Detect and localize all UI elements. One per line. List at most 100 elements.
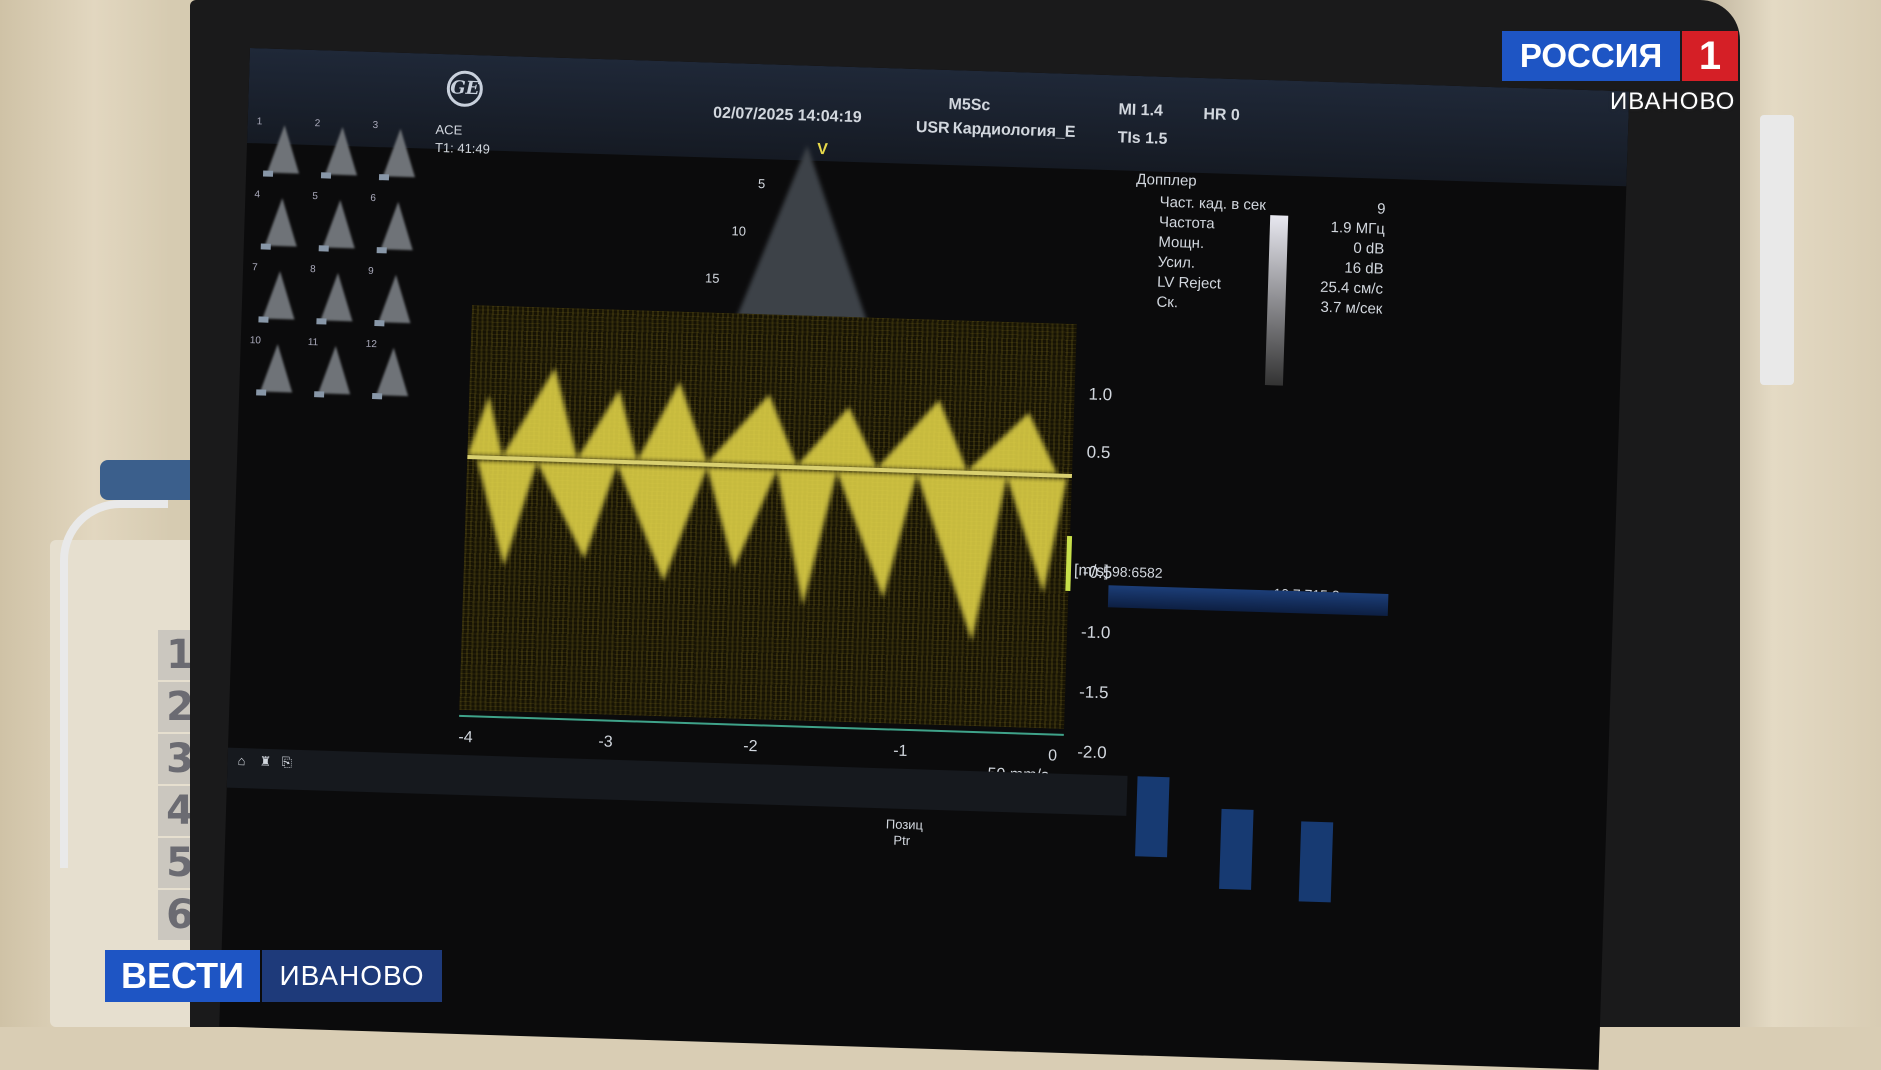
- cable: [60, 500, 168, 868]
- news-city: ИВАНОВО: [262, 950, 442, 1002]
- v-marker: V: [816, 140, 829, 159]
- velocity-tick: 0.5: [1086, 442, 1111, 463]
- heart-rate: HR 0: [1203, 105, 1241, 125]
- velocity-tick: -2.0: [1077, 742, 1107, 763]
- thumbnail-image: [320, 272, 354, 322]
- thumbnail-tag-icon: [318, 245, 329, 252]
- patient-icon[interactable]: ♜: [259, 754, 271, 770]
- thumbnail[interactable]: 10: [250, 335, 298, 398]
- thumbnail[interactable]: 7: [252, 262, 300, 325]
- thumbnail-tag-icon: [374, 320, 385, 327]
- baseline-marker[interactable]: [1065, 535, 1073, 592]
- velocity-tick: -1.0: [1080, 622, 1111, 643]
- channel-name: РОССИЯ: [1502, 31, 1680, 81]
- param-label: Ск.: [1156, 293, 1179, 312]
- thumbnail-number: 6: [370, 192, 377, 205]
- panel-block: [1298, 821, 1334, 903]
- thumbnail-tag-icon: [260, 243, 271, 250]
- param-label: Част. кад. в сек: [1159, 193, 1267, 214]
- thumbnail-number: 8: [309, 263, 316, 276]
- time-tick: -4: [458, 728, 473, 747]
- thumbnail[interactable]: 1: [257, 116, 305, 180]
- depth-tick: 5: [757, 176, 766, 192]
- param-value: 9: [1376, 200, 1386, 218]
- thumbnail[interactable]: 2: [314, 118, 363, 181]
- panel-block: [1219, 808, 1254, 890]
- time-tick: 0: [1047, 747, 1058, 765]
- news-brand: ВЕСТИ: [105, 950, 260, 1002]
- thumbnail-tag-icon: [378, 174, 390, 181]
- thumbnail-tag-icon: [372, 393, 383, 400]
- home-icon[interactable]: ⌂: [237, 753, 245, 768]
- thumbnail-tag-icon: [320, 172, 332, 179]
- thumbnail-image: [376, 347, 410, 397]
- channel-number: 1: [1682, 31, 1738, 81]
- thumbnail[interactable]: 9: [368, 266, 416, 329]
- thumbnail[interactable]: 4: [254, 189, 303, 252]
- velocity-tick: -1.5: [1078, 682, 1109, 703]
- thumbnail-tag-icon: [316, 318, 327, 325]
- thumbnail[interactable]: 3: [372, 120, 421, 183]
- thumbnail-image: [378, 274, 412, 324]
- thumbnail-number: 11: [307, 336, 319, 349]
- user-label: USR: [915, 118, 950, 138]
- thumbnail-number: 2: [314, 118, 321, 130]
- thumbnail-number: 1: [256, 116, 263, 128]
- depth-tick: 10: [731, 223, 747, 239]
- depth-tick: 15: [704, 270, 720, 286]
- position-menu-sub: Ptr: [893, 832, 911, 849]
- thumbnail-number: 4: [254, 189, 261, 201]
- velocity-tick: 1.0: [1088, 384, 1113, 405]
- time-tick: -3: [598, 733, 613, 751]
- spectrum-waveform: [467, 367, 1067, 641]
- param-label: Мощн.: [1158, 233, 1205, 253]
- param-value: 1.9 МГц: [1330, 219, 1386, 238]
- thumbnail-tag-icon: [256, 389, 267, 396]
- thumbnail-image: [262, 270, 297, 320]
- timer-label: T1: 41:49: [434, 139, 491, 157]
- thumbnail-image: [264, 197, 299, 247]
- thumbnail[interactable]: 11: [308, 337, 356, 400]
- thumbnail[interactable]: 5: [312, 191, 361, 254]
- param-label: LV Reject: [1156, 273, 1222, 293]
- thumbnail-grid: 1 2 3 4 5 6 7 8 9 10 11 12: [243, 116, 422, 426]
- report-icon[interactable]: ⎘: [281, 754, 292, 770]
- param-label: Усил.: [1157, 253, 1196, 272]
- preset-label: ACE: [435, 121, 463, 138]
- thumbnail-image: [322, 199, 357, 249]
- thumbnail[interactable]: 6: [370, 193, 419, 256]
- thumbnail-image: [318, 345, 352, 395]
- doppler-spectrum: [459, 305, 1077, 729]
- thumbnail-number: 5: [312, 191, 319, 203]
- thumbnail-tag-icon: [314, 391, 325, 398]
- thumbnail[interactable]: 8: [310, 264, 358, 327]
- thumbnail-image: [260, 343, 294, 393]
- thumbnail-number: 7: [251, 262, 258, 274]
- doppler-parameters: Допплер Част. кад. в сек 9 Частота 1.9 М…: [1123, 171, 1397, 619]
- position-menu-item[interactable]: Позиц: [886, 816, 924, 832]
- thumbnail[interactable]: 12: [366, 339, 414, 402]
- mi-index: MI 1.4: [1118, 101, 1164, 120]
- panel-block: [1135, 776, 1170, 858]
- frame-counter: 98:6582: [1111, 563, 1163, 581]
- tis-index: TIs 1.5: [1117, 129, 1168, 148]
- thumbnail-number: 9: [367, 265, 374, 277]
- param-value: 16 dB: [1344, 259, 1384, 278]
- thumbnail-image: [325, 126, 359, 176]
- time-tick: -1: [892, 742, 908, 760]
- probe-name: M5Sc: [948, 95, 991, 115]
- thumbnail-tag-icon: [262, 170, 274, 177]
- velocity-tick: -0.5: [1082, 562, 1113, 583]
- ultrasound-screen: GE ACE T1: 41:49 02/07/2025 14:04:19 M5S…: [219, 48, 1630, 1070]
- doppler-title: Допплер: [1136, 170, 1197, 190]
- thumbnail-image: [380, 201, 415, 251]
- thumbnail-tag-icon: [258, 316, 269, 323]
- param-value: 25.4 см/с: [1319, 278, 1384, 298]
- thumbnail-image: [383, 128, 417, 178]
- param-value: 3.7 м/сек: [1320, 298, 1383, 318]
- thumbnail-image: [267, 124, 301, 174]
- time-tick: -2: [743, 737, 758, 756]
- param-value: 0 dB: [1353, 239, 1385, 258]
- channel-logo-top: РОССИЯ 1: [1502, 31, 1738, 81]
- thumbnail-tag-icon: [376, 247, 387, 254]
